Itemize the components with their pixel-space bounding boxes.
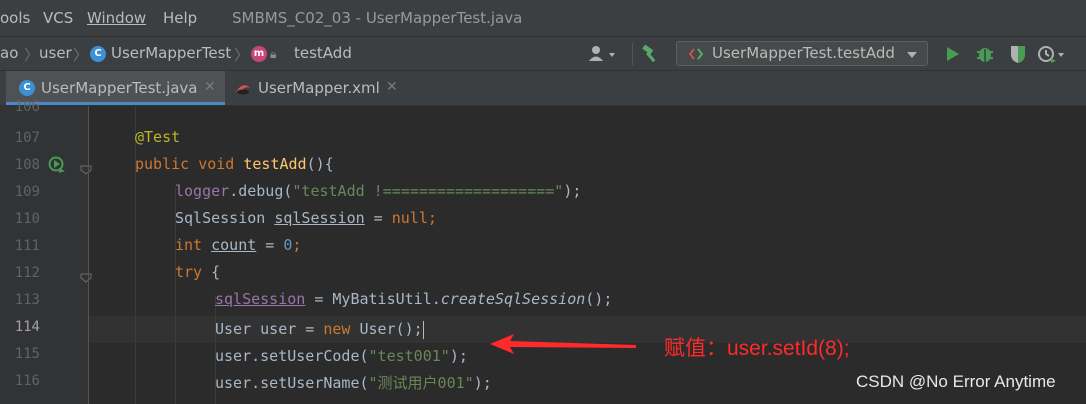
close-icon[interactable]: ✕ xyxy=(204,79,216,95)
method-icon: m xyxy=(251,46,267,62)
code-token: ); xyxy=(563,182,582,200)
code-token: .debug( xyxy=(229,182,293,200)
variable-token: sqlSession xyxy=(215,290,306,308)
annotation-arrow-icon xyxy=(490,334,636,354)
code-line-109: logger.debug("testAdd !=================… xyxy=(89,178,1086,205)
line-number: 116 xyxy=(14,373,40,389)
breadcrumb-item-package[interactable]: ao xyxy=(0,44,18,62)
method-name-token: testAdd xyxy=(243,155,307,173)
code-token: User user = xyxy=(215,320,324,338)
profiler-icon[interactable] xyxy=(1037,44,1065,64)
keyword-token: new xyxy=(323,320,351,338)
variable-token: sqlSession xyxy=(274,209,365,227)
debug-icon[interactable] xyxy=(975,44,995,64)
line-number: 111 xyxy=(14,238,40,254)
window-title: SMBMS_C02_03 - UserMapperTest.java xyxy=(232,9,523,27)
code-token: ); xyxy=(449,347,468,365)
code-token: = xyxy=(256,236,284,254)
line-number: 112 xyxy=(14,265,40,281)
run-test-gutter-icon[interactable] xyxy=(48,156,66,174)
close-icon[interactable]: ✕ xyxy=(386,79,398,95)
line-number: 106 xyxy=(14,99,40,115)
string-token: "testAdd !===================" xyxy=(292,182,564,200)
code-token: ; xyxy=(292,236,302,254)
code-token: { xyxy=(202,263,221,281)
chevron-right-icon: 〉 xyxy=(24,46,40,64)
line-number: 109 xyxy=(14,184,40,200)
string-token: "test001" xyxy=(368,347,450,365)
line-number: 113 xyxy=(14,292,40,308)
annotation-token: @Test xyxy=(135,128,181,146)
code-token: = MyBatisUtil. xyxy=(305,290,441,308)
breadcrumb-item-method[interactable]: testAdd xyxy=(294,44,352,62)
chevron-right-icon: 〉 xyxy=(73,46,89,64)
field-token: logger xyxy=(175,182,230,200)
code-token: (); xyxy=(585,290,613,308)
lock-icon: 🔒︎ xyxy=(270,47,277,61)
chevron-down-icon xyxy=(907,52,917,58)
string-token: "测试用户001" xyxy=(368,374,474,392)
menu-window[interactable]: Window xyxy=(87,9,146,27)
run-config-label: UserMapperTest.testAdd xyxy=(712,44,895,62)
keyword-token: public xyxy=(135,155,190,173)
code-token: ; xyxy=(427,209,437,227)
code-line-110: SqlSession sqlSession = null; xyxy=(89,205,1086,232)
menu-vcs[interactable]: VCS xyxy=(43,9,73,27)
run-icon[interactable] xyxy=(945,45,961,63)
code-token: User(); xyxy=(350,320,423,338)
tab-label: UserMapper.xml xyxy=(258,79,380,97)
toolbar-separator xyxy=(632,43,633,65)
navigation-bar: ao 〉 user 〉 C UserMapperTest 〉 m 🔒︎ test… xyxy=(0,36,1086,71)
breadcrumb-item-user[interactable]: user xyxy=(39,44,72,62)
line-number: 110 xyxy=(14,211,40,227)
chevron-right-icon: 〉 xyxy=(234,46,250,64)
code-line-108: public void testAdd(){ xyxy=(89,151,1086,178)
user-icon[interactable] xyxy=(588,45,618,63)
keyword-token: try xyxy=(175,263,203,281)
type-token: SqlSession xyxy=(175,209,266,227)
tab-usermapper-xml[interactable]: UserMapper.xml ✕ xyxy=(226,71,406,105)
java-class-icon: C xyxy=(19,80,35,96)
editor-gutter: 106 107 108 109 110 111 112 113 114 115 … xyxy=(0,99,92,404)
keyword-token: int xyxy=(175,236,203,254)
line-number-current: 114 xyxy=(14,319,40,335)
code-token: ); xyxy=(473,374,492,392)
code-token: (){ xyxy=(306,155,334,173)
menu-help[interactable]: Help xyxy=(163,9,197,27)
line-number: 107 xyxy=(14,130,40,146)
class-icon: C xyxy=(90,46,106,62)
static-method-token: createSqlSession xyxy=(440,290,586,308)
menu-bar: ools VCS Window Help SMBMS_C02_03 - User… xyxy=(0,0,1086,36)
variable-token: count xyxy=(211,236,257,254)
code-token: user.setUserCode( xyxy=(215,347,369,365)
code-line-111: int count = 0; xyxy=(89,232,1086,259)
coverage-icon[interactable] xyxy=(1008,44,1028,64)
tab-label: UserMapperTest.java xyxy=(41,79,198,97)
breadcrumb-item-class[interactable]: UserMapperTest xyxy=(111,44,231,62)
code-token: user.setUserName( xyxy=(215,374,369,392)
keyword-token: void xyxy=(198,155,235,173)
line-number: 115 xyxy=(14,346,40,362)
code-token: = xyxy=(364,209,392,227)
code-line-113: sqlSession = MyBatisUtil.createSqlSessio… xyxy=(89,286,1086,313)
run-configuration-select[interactable]: UserMapperTest.testAdd xyxy=(676,41,928,66)
junit-config-icon xyxy=(689,48,703,60)
menu-tools[interactable]: ools xyxy=(0,9,30,27)
code-line-112: try { xyxy=(89,259,1086,286)
watermark: CSDN @No Error Anytime xyxy=(856,372,1056,391)
code-editor[interactable]: @Test public void testAdd(){ logger.debu… xyxy=(89,106,1086,404)
editor-tab-bar: C UserMapperTest.java ✕ UserMapper.xml ✕ xyxy=(0,71,1086,106)
text-cursor xyxy=(422,320,424,339)
mybatis-xml-icon xyxy=(236,85,250,95)
build-hammer-icon[interactable] xyxy=(641,44,663,64)
keyword-token: null xyxy=(391,209,428,227)
code-line-107: @Test xyxy=(89,124,1086,151)
line-number: 108 xyxy=(14,157,40,173)
annotation-note: 赋值：user.setId(8); xyxy=(664,337,850,360)
